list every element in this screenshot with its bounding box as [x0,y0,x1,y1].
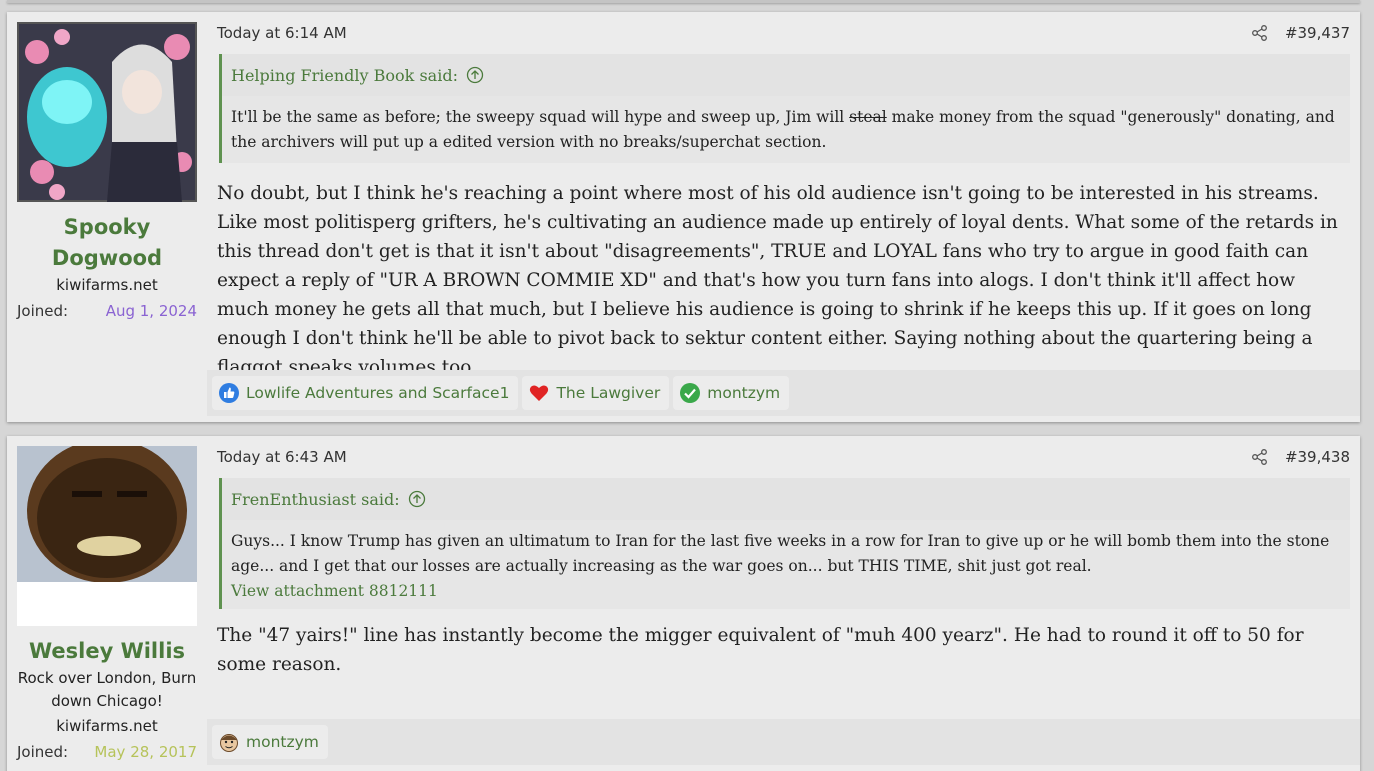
username[interactable]: Wesley Willis [17,636,197,667]
checkmark-icon [680,383,701,403]
quote-text-body: Guys... I know Trump has given an ultima… [231,532,1330,575]
post-number[interactable]: #39,438 [1285,448,1350,466]
reaction-item[interactable]: The Lawgiver [522,376,670,410]
reaction-users: montzym [246,733,319,751]
quote-block: FrenEnthusiast said: Guys... I know Trum… [219,478,1350,609]
arrow-up-circle-icon[interactable] [408,490,426,508]
quote-author[interactable]: Helping Friendly Book said: [231,66,458,85]
joined-label: Joined: [17,302,69,320]
joined-row: Joined: Aug 1, 2024 [17,300,197,322]
reactions-bar: Lowlife Adventures and Scarface1 The Law… [207,370,1360,416]
post-message: The "47 yairs!" line has instantly becom… [217,625,1304,675]
user-info: Spooky Dogwood kiwifarms.net Joined: Aug… [7,12,207,422]
username[interactable]: Spooky Dogwood [17,212,197,274]
reaction-users: Lowlife Adventures and Scarface1 [246,384,510,402]
share-icon[interactable] [1251,24,1269,42]
quote-block: Helping Friendly Book said: It'll be the… [219,54,1350,163]
joined-row: Joined: May 28, 2017 [17,741,197,763]
post: Spooky Dogwood kiwifarms.net Joined: Aug… [7,12,1360,422]
reaction-item[interactable]: montzym [212,725,328,759]
reaction-item[interactable]: montzym [673,376,790,410]
quote-text-struck: steal [849,108,887,126]
joined-label: Joined: [17,743,69,761]
post-body: Today at 6:14 AM #39,437 Helping Friendl… [207,12,1360,422]
quote-author[interactable]: FrenEnthusiast said: [231,490,400,509]
user-title: Rock over London, Burn down Chicago! [17,669,197,710]
avatar[interactable] [17,446,197,626]
quote-text: It'll be the same as before; the sweepy … [222,96,1350,163]
attachment-link[interactable]: View attachment 8812111 [231,579,1341,604]
thumbs-up-icon [219,383,239,403]
reaction-users: montzym [707,384,781,402]
quote-header: Helping Friendly Book said: [222,54,1350,96]
reaction-users: The Lawgiver [556,384,661,402]
post: Wesley Willis Rock over London, Burn dow… [7,436,1360,771]
joined-date: Aug 1, 2024 [105,302,197,320]
arrow-up-circle-icon[interactable] [466,66,484,84]
face-icon [220,734,238,752]
post-timestamp[interactable]: Today at 6:14 AM [217,24,347,42]
post-message: No doubt, but I think he's reaching a po… [217,183,1338,378]
quote-header: FrenEnthusiast said: [222,478,1350,520]
quote-text-pre: It'll be the same as before; the sweepy … [231,108,850,126]
post-header: Today at 6:43 AM #39,438 [207,436,1360,478]
post-timestamp[interactable]: Today at 6:43 AM [217,448,347,466]
reaction-item[interactable]: Lowlife Adventures and Scarface1 [212,376,519,410]
user-info: Wesley Willis Rock over London, Burn dow… [7,436,207,771]
post-number[interactable]: #39,437 [1285,24,1350,42]
post-body: Today at 6:43 AM #39,438 FrenEnthusiast … [207,436,1360,771]
user-site: kiwifarms.net [56,717,158,735]
share-icon[interactable] [1251,448,1269,466]
heart-icon [530,385,549,401]
reactions-bar: montzym [207,719,1360,765]
joined-date: May 28, 2017 [94,743,197,761]
previous-post-edge [7,0,1360,3]
quote-text: Guys... I know Trump has given an ultima… [222,520,1350,609]
user-site: kiwifarms.net [56,276,158,294]
avatar[interactable] [17,22,197,202]
post-header: Today at 6:14 AM #39,437 [207,12,1360,54]
